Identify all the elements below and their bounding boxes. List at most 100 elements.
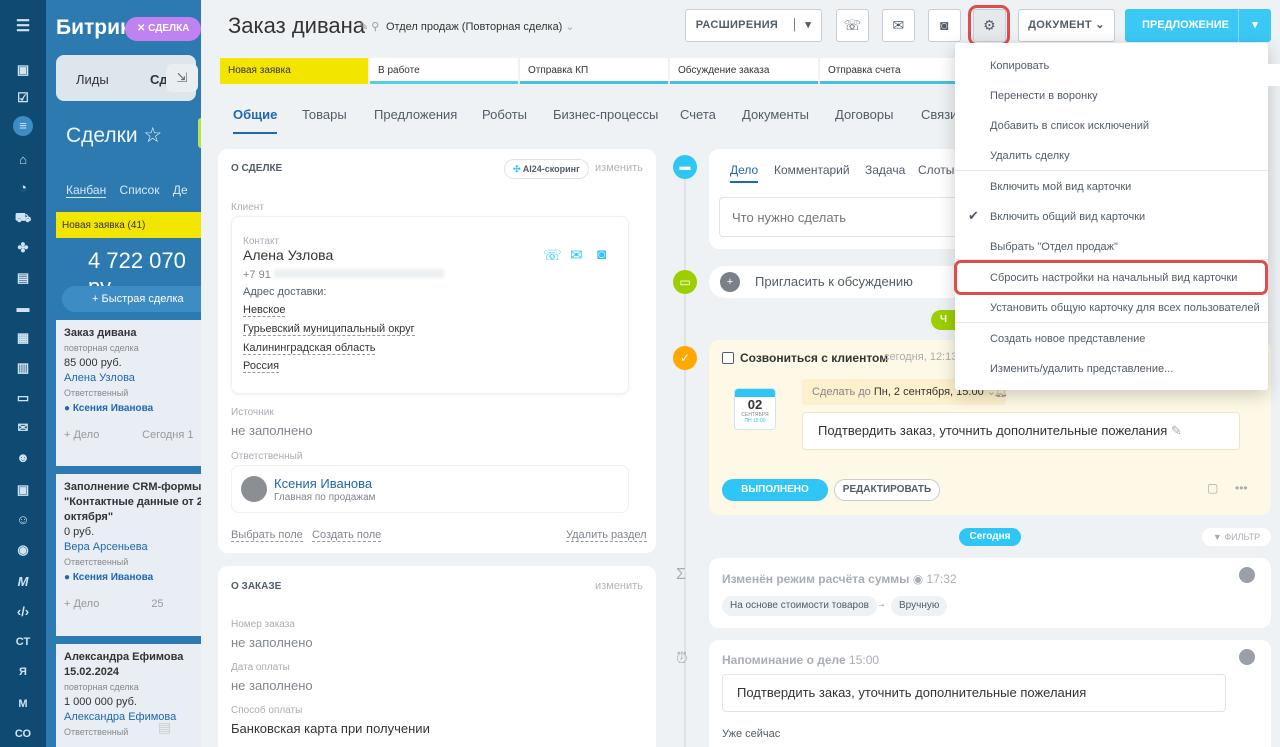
more-icon[interactable]: ••• — [1235, 481, 1248, 495]
delete-section-link[interactable]: Удалить раздел — [566, 529, 647, 542]
choose-field-link[interactable]: Выбрать поле — [231, 529, 303, 542]
address-line[interactable]: Россия — [243, 360, 280, 373]
activity-input[interactable] — [719, 197, 969, 237]
code-icon[interactable]: ‹/› — [13, 602, 33, 622]
tab-business-processes[interactable]: Бизнес-процессы — [553, 107, 658, 122]
timeline-tab-task[interactable]: Задача — [865, 163, 905, 177]
bank-icon[interactable]: ⌂ — [13, 150, 33, 170]
chat-icon[interactable]: ◙ — [597, 246, 606, 263]
tab-offers[interactable]: Предложения — [374, 107, 457, 122]
edit-activity-button[interactable]: РЕДАКТИРОВАТЬ — [834, 479, 940, 501]
menu-item-common-view[interactable]: Включить общий вид карточки — [990, 211, 1145, 223]
filter-button[interactable]: ▼ ФИЛЬТР — [1202, 528, 1271, 546]
activity-description[interactable]: Подтвердить заказ, уточнить дополнительн… — [802, 412, 1240, 450]
responsible-name[interactable]: Ксения Иванова — [274, 476, 372, 491]
bg-deal-card[interactable]: Заполнение CRM-формы "Контактные данные … — [56, 474, 206, 636]
mail-icon[interactable]: ✉ — [13, 418, 33, 438]
tab-documents[interactable]: Документы — [742, 107, 809, 122]
box-icon[interactable]: ◉ — [13, 540, 33, 560]
done-button[interactable]: ВЫПОЛНЕНО — [722, 479, 828, 501]
address-line[interactable]: Невское — [243, 304, 286, 317]
puzzle-icon[interactable]: ✤ — [13, 238, 33, 258]
pipeline-selector[interactable]: Отдел продаж (Повторная сделка) ⌄ — [386, 20, 575, 33]
calendar-icon[interactable]: ▦ — [13, 328, 33, 348]
app-m-icon[interactable]: М — [13, 694, 33, 714]
menu-item-new-view[interactable]: Создать новое представление — [990, 333, 1145, 345]
app-so-icon[interactable]: СО — [13, 724, 33, 744]
menu-icon[interactable]: ☰ — [13, 17, 33, 37]
bg-tab-deals[interactable]: Сд — [150, 72, 168, 87]
timeline-tab-activity[interactable]: Дело — [730, 163, 759, 183]
create-field-link[interactable]: Создать поле — [312, 529, 382, 542]
menu-item-move-pipeline[interactable]: Перенести в воронку — [990, 90, 1098, 102]
pay-method-value[interactable]: Банковская карта при получении — [231, 721, 430, 736]
file-icon[interactable]: ▥ — [13, 358, 33, 378]
menu-item-set-common-card[interactable]: Установить общую карточку для всех польз… — [990, 302, 1260, 314]
print-icon[interactable]: ▭ — [13, 388, 33, 408]
edit-title-icon[interactable]: ✎ ⚲ — [359, 20, 379, 33]
stage-send-invoice[interactable]: Отправка счета — [820, 58, 955, 84]
invite-bar[interactable]: + Пригласить к обсуждению — [709, 266, 959, 298]
chart-icon[interactable]: ◔ — [13, 178, 33, 198]
bg-quick-deal-button[interactable]: + Быстрая сделка — [62, 286, 206, 312]
mail-icon[interactable]: ✉ — [570, 246, 583, 264]
app-st-icon[interactable]: СТ — [13, 632, 33, 652]
contact-phone[interactable]: +7 91 — [243, 269, 444, 281]
tab-contracts[interactable]: Договоры — [835, 107, 893, 122]
stage-new[interactable]: Новая заявка — [220, 58, 368, 84]
bg-collapse-icon[interactable]: ⇲ — [166, 64, 198, 92]
bg-deal-card[interactable]: Заказ дивана повторная сделка 85 000 руб… — [56, 320, 206, 466]
edit-link[interactable]: изменить — [595, 580, 643, 592]
bg-deal-card[interactable]: Александра Ефимова 15.02.2024 повторная … — [56, 644, 206, 747]
order-number-value[interactable]: не заполнено — [231, 635, 313, 650]
phone-icon[interactable]: ☏ — [543, 246, 562, 264]
home-icon[interactable]: ▣ — [13, 60, 33, 80]
robot-icon[interactable]: ☺ — [13, 510, 33, 530]
phone-icon[interactable]: ☏ — [836, 9, 869, 42]
address-line[interactable]: Калининградская область — [243, 342, 376, 355]
filter-icon[interactable]: ≡ — [13, 116, 33, 136]
ai-scoring-button[interactable]: ✣ AI24-скоринг — [504, 159, 589, 179]
timeline-tab-comment[interactable]: Комментарий — [774, 163, 850, 177]
chat-icon[interactable]: ◙ — [928, 9, 961, 42]
checkbox-icon[interactable]: ☑ — [13, 88, 33, 108]
activity-checkbox[interactable] — [722, 352, 734, 364]
menu-item-delete-deal[interactable]: Удалить сделку — [990, 150, 1070, 162]
card-icon[interactable]: ▣ — [13, 480, 33, 500]
contact-name[interactable]: Алена Узлова — [243, 247, 333, 263]
bg-view-switch[interactable]: Канбан Список Де — [66, 183, 188, 198]
address-line[interactable]: Гурьевский муниципальный округ — [243, 323, 415, 336]
tab-relations[interactable]: Связи — [921, 107, 957, 122]
mail-icon[interactable]: ✉ — [882, 9, 915, 42]
source-value[interactable]: не заполнено — [231, 423, 313, 438]
cart-icon[interactable]: ⛟ — [13, 208, 33, 228]
menu-item-copy[interactable]: Копировать — [990, 60, 1049, 72]
deal-chip[interactable]: ✕ СДЕЛКА — [125, 17, 201, 41]
timeline-tab-slots[interactable]: Слоты — [918, 163, 954, 177]
edit-link[interactable]: изменить — [595, 162, 643, 174]
menu-item-choose-department[interactable]: Выбрать "Отдел продаж" — [990, 241, 1118, 253]
menu-item-my-view[interactable]: Включить мой вид карточки — [990, 181, 1131, 193]
extensions-button[interactable]: РАСШИРЕНИЯ │ ▾ — [685, 9, 822, 42]
note-icon[interactable]: ▢ — [1207, 481, 1218, 495]
stage-send-offer[interactable]: Отправка КП — [520, 58, 668, 84]
bg-tab-leads[interactable]: Лиды — [76, 72, 109, 87]
print-icon[interactable]: ▤ — [158, 719, 171, 736]
chat-icon[interactable]: ▬ — [13, 298, 33, 318]
offer-button[interactable]: ПРЕДЛОЖЕНИЕ ▾ — [1125, 9, 1271, 42]
tab-invoices[interactable]: Счета — [680, 107, 716, 122]
document-button[interactable]: ДОКУМЕНТ ⌄ — [1018, 9, 1115, 42]
tab-general[interactable]: Общие — [233, 107, 278, 134]
app-ya-icon[interactable]: Я — [13, 662, 33, 682]
activity-title[interactable]: Созвониться с клиентом — [740, 351, 888, 365]
group-icon[interactable]: ☻ — [13, 448, 33, 468]
pay-date-value[interactable]: не заполнено — [231, 678, 313, 693]
tab-products[interactable]: Товары — [302, 107, 347, 122]
stage-in-work[interactable]: В работе — [370, 58, 518, 84]
document-icon[interactable]: ▤ — [13, 268, 33, 288]
menu-item-add-exclusion[interactable]: Добавить в список исключений — [990, 120, 1149, 132]
menu-item-edit-view[interactable]: Изменить/удалить представление... — [990, 363, 1173, 375]
stage-discussion[interactable]: Обсуждение заказа — [670, 58, 818, 84]
hand-icon[interactable]: M — [13, 572, 33, 592]
tab-robots[interactable]: Роботы — [482, 107, 527, 122]
